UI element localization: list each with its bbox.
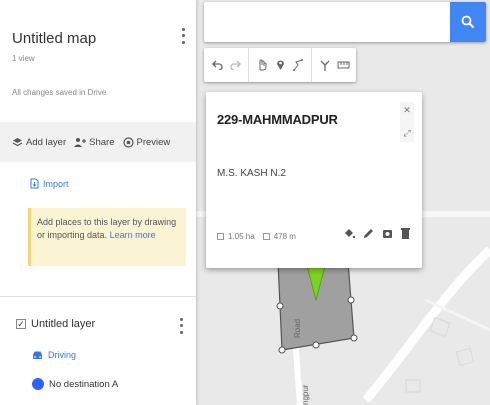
import-label: Import [43,178,69,189]
feature-title: 229-MAHMMADPUR [217,112,338,127]
ruler-icon [337,61,349,69]
measure-button[interactable] [334,52,352,78]
pencil-icon [364,229,373,238]
undo-icon [211,60,223,70]
search-button[interactable] [450,2,486,42]
preview-button[interactable]: Preview [122,136,171,148]
map-options-button[interactable] [178,26,188,46]
add-photo-button[interactable] [382,226,393,244]
directions-icon [320,60,330,71]
trash-icon [401,228,410,239]
add-layer-label: Add layer [26,136,67,148]
add-layer-button[interactable]: Add layer [12,137,66,148]
delete-button[interactable] [401,226,410,244]
destination-item[interactable]: No destination A [32,378,118,390]
map-side-panel: Untitled map 1 view All changes saved in… [0,0,196,405]
import-link[interactable]: Import [30,178,69,189]
destination-label: No destination A [49,378,119,390]
view-count: 1 view [12,54,35,63]
layer-visibility-checkbox[interactable]: ✓ [16,319,26,329]
draw-line-icon [292,59,303,71]
panel-divider [0,296,196,297]
layer-name[interactable]: Untitled layer [31,318,95,330]
road-label-2: ngpur [301,384,310,405]
close-icon: ✕ [403,105,411,115]
layer-header: ✓ Untitled layer [16,318,95,330]
road-label: Road [293,319,302,338]
redo-button[interactable] [226,52,244,78]
preview-label: Preview [136,136,171,148]
undo-button[interactable] [208,52,226,78]
layer-options-button[interactable] [176,316,186,336]
panel-actions: Add layer Share Preview [0,122,196,162]
destination-marker-icon [32,378,44,390]
card-actions [343,226,410,244]
draw-line-button[interactable] [289,52,307,78]
car-icon [33,351,42,359]
travel-mode[interactable]: Driving [32,350,76,360]
map-title[interactable]: Untitled map [12,30,96,47]
share-button[interactable]: Share [74,136,115,148]
add-directions-button[interactable] [316,52,334,78]
map-canvas[interactable]: Road ngpur 229-MAHMMADPUR ✕ ⤢ M.S. KASH … [196,0,490,405]
share-label: Share [89,136,115,148]
feature-measurements: 1.05 ha 478 m [217,232,296,241]
travel-mode-label: Driving [48,350,77,360]
edit-button[interactable] [363,226,374,244]
save-status: All changes saved in Drive [12,88,107,97]
empty-layer-notice: Add places to this layer by drawing or i… [28,208,186,266]
add-marker-button[interactable] [271,52,289,78]
marker-icon [276,60,284,70]
feature-perimeter: 478 m [273,232,296,241]
feature-description: M.S. KASH N.2 [217,168,286,179]
import-file-icon [30,178,39,189]
search-input[interactable] [214,10,444,34]
map-toolbar [204,48,356,82]
select-items-button[interactable] [253,52,271,78]
style-button[interactable] [343,226,356,244]
area-icon [217,233,224,240]
camera-icon [383,230,392,238]
feature-info-card: 229-MAHMMADPUR ✕ ⤢ M.S. KASH N.2 1.05 ha… [206,92,422,268]
redo-icon [229,60,241,70]
hand-icon [259,59,267,71]
eye-icon [122,136,134,148]
learn-more-link[interactable]: Learn more [110,230,156,240]
perimeter-icon [262,233,270,240]
search-bar [204,2,486,42]
feature-area: 1.05 ha [228,232,255,241]
paint-bucket-icon [345,229,356,239]
expand-card-button[interactable]: ✕ ⤢ [400,102,414,142]
expand-icon: ⤢ [403,128,411,138]
add-person-icon [74,137,87,147]
layers-icon [12,137,23,146]
search-icon [461,15,475,29]
